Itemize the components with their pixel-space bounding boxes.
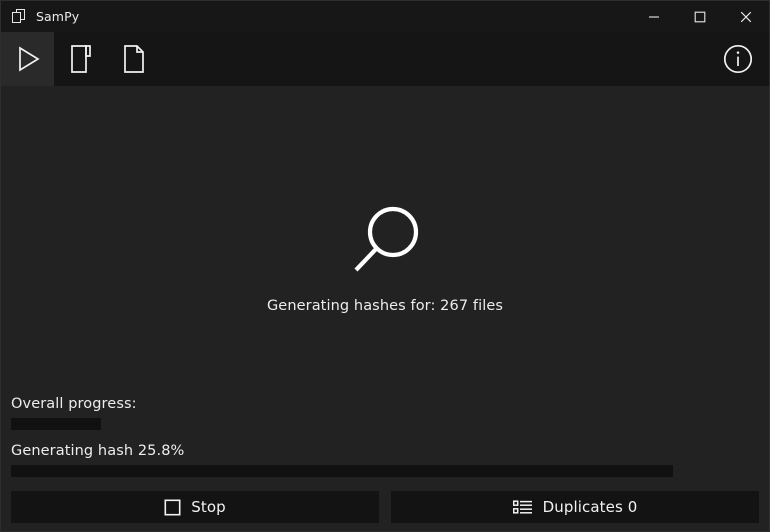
duplicates-button[interactable]: Duplicates 0 [391,491,759,523]
stop-button-label: Stop [191,498,226,516]
close-button[interactable] [723,1,769,32]
footer-buttons: Stop Duplicates 0 [1,491,769,531]
title-bar-left: SamPy [1,9,79,24]
progress-area: Overall progress: Generating hash 25.8% [1,396,769,491]
minimize-icon [648,11,660,23]
status-text: Generating hashes for: 267 files [266,298,504,314]
app-window: SamPy Generating hashes for: 267 files O… [0,0,770,532]
status-block: Generating hashes for: 267 files [1,204,769,314]
two-squares-icon [12,9,27,24]
duplicates-button-label: Duplicates 0 [542,498,638,516]
hash-progress-fill [11,465,673,477]
hash-progress-label: Generating hash 25.8% [11,443,185,459]
window-controls [631,1,769,32]
close-icon [740,11,752,23]
play-icon [15,45,41,73]
maximize-button[interactable] [677,1,723,32]
hash-progress-bar [11,465,673,477]
info-circle-icon [722,43,754,75]
stop-square-icon [164,498,181,516]
folder-icon [68,43,94,75]
main-content: Generating hashes for: 267 files Overall… [1,86,769,491]
overall-progress-label: Overall progress: [11,396,137,412]
toolbar-start-button[interactable] [1,32,54,86]
magnifier-icon [348,204,422,280]
hash-progress-row: Generating hash 25.8% [11,443,759,477]
minimize-button[interactable] [631,1,677,32]
stop-button[interactable]: Stop [11,491,379,523]
overall-progress-bar [11,418,673,430]
toolbar-select-folder-button[interactable] [54,32,107,86]
file-icon [121,43,147,75]
toolbar-info-button[interactable] [711,32,765,86]
window-title: SamPy [36,9,80,24]
overall-progress-fill [11,418,102,430]
list-icon [512,499,533,515]
title-bar-drag-region[interactable] [79,1,631,32]
toolbar-select-file-button[interactable] [107,32,160,86]
maximize-icon [694,11,706,23]
title-bar: SamPy [1,1,769,32]
overall-progress-row: Overall progress: [11,396,759,430]
toolbar [1,32,769,86]
